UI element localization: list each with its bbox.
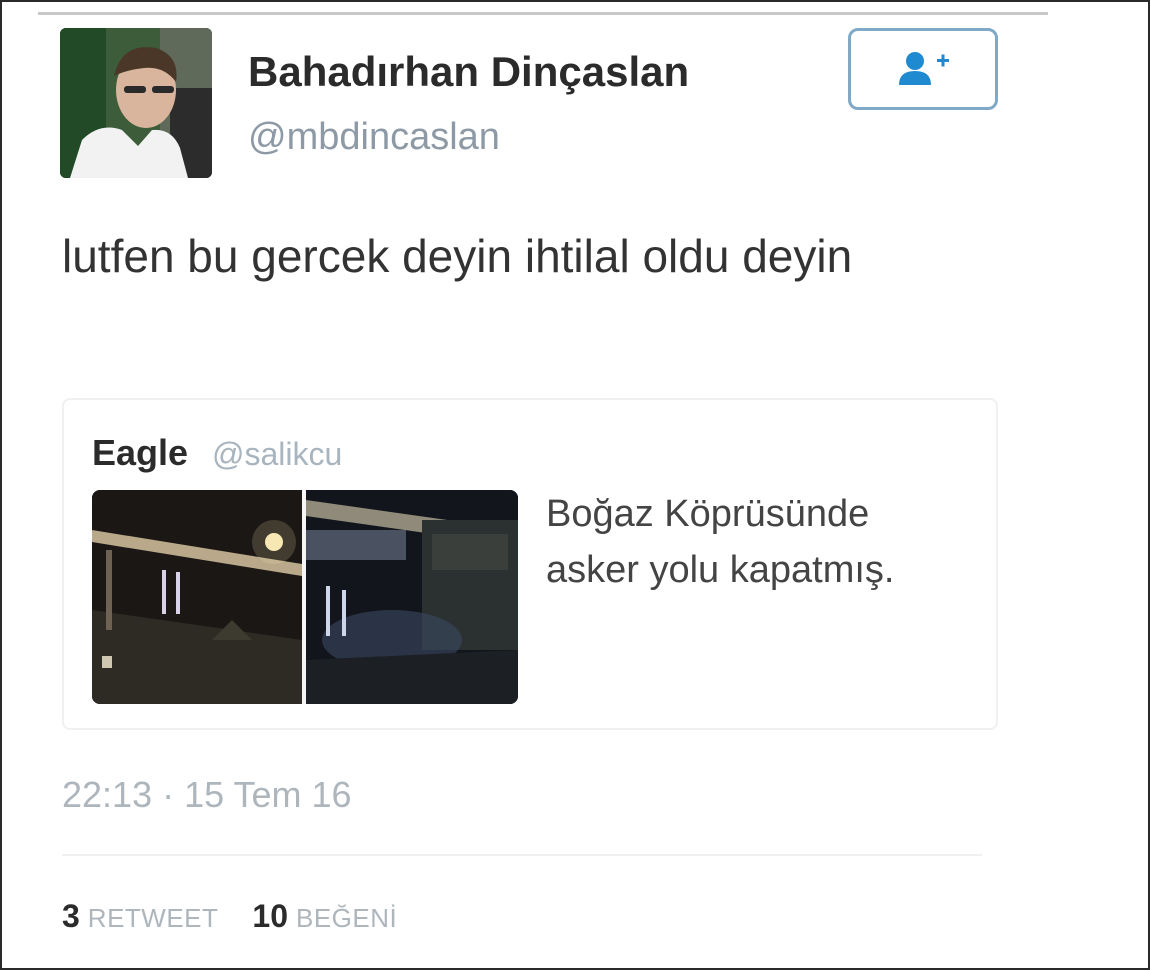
quoted-author-name[interactable]: Eagle <box>92 432 188 474</box>
add-user-icon <box>899 52 949 85</box>
tweet-card: Bahadırhan Dinçaslan @mbdincaslan lutfen… <box>0 0 1150 970</box>
night-bridge-photos-icon <box>92 490 518 704</box>
retweet-count[interactable]: 3 <box>62 898 80 935</box>
quoted-tweet[interactable]: Eagle @salikcu Boğaz Köprüsünde asker yo… <box>62 398 998 730</box>
follow-button[interactable] <box>848 28 998 110</box>
quoted-author-handle[interactable]: @salikcu <box>212 436 342 473</box>
like-label[interactable]: BEĞENİ <box>296 903 397 934</box>
top-divider <box>38 12 1048 15</box>
profile-photo-icon <box>60 28 212 178</box>
retweet-label[interactable]: RETWEET <box>88 903 219 934</box>
author-handle[interactable]: @mbdincaslan <box>248 116 500 159</box>
avatar[interactable] <box>60 28 212 178</box>
author-name[interactable]: Bahadırhan Dinçaslan <box>248 48 689 96</box>
stats-divider <box>62 854 982 856</box>
quoted-media[interactable] <box>92 490 518 704</box>
tweet-stats: 3 RETWEET 10 BEĞENİ <box>62 898 397 935</box>
tweet-timestamp[interactable]: 22:13 · 15 Tem 16 <box>62 774 352 816</box>
like-count[interactable]: 10 <box>252 898 288 935</box>
quoted-tweet-text: Boğaz Köprüsünde asker yolu kapatmış. <box>546 493 895 591</box>
tweet-text: lutfen bu gercek deyin ihtilal oldu deyi… <box>62 230 853 282</box>
